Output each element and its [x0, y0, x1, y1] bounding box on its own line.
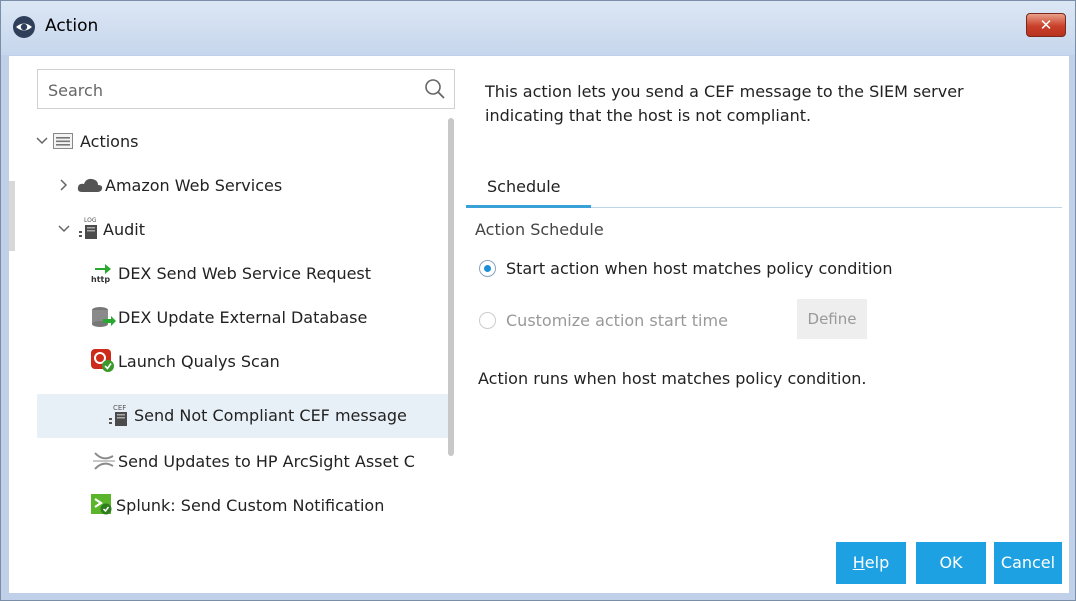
chevron-down-icon[interactable]	[57, 222, 71, 236]
tree-item-send-not-compliant-cef-message[interactable]: CEF Send Not Compliant CEF message	[37, 394, 448, 438]
title-bar: Action ✕	[1, 1, 1075, 55]
eye-icon	[13, 16, 35, 38]
radio-custom-start-time[interactable]	[479, 312, 496, 329]
svg-text:http: http	[91, 275, 110, 284]
tree-label: Launch Qualys Scan	[118, 352, 280, 371]
tree-item-splunk-send-custom-notification[interactable]: Splunk: Send Custom Notification	[89, 484, 445, 528]
tab-active-indicator	[466, 205, 591, 208]
tree-label: Send Updates to HP ArcSight Asset C	[118, 452, 415, 471]
close-button[interactable]: ✕	[1026, 13, 1066, 37]
schedule-note: Action runs when host matches policy con…	[478, 369, 867, 388]
window-title: Action	[45, 16, 99, 36]
close-icon: ✕	[1039, 16, 1053, 34]
tree-scrollbar[interactable]	[448, 118, 454, 456]
tree-label: DEX Update External Database	[118, 308, 368, 327]
tree-label: Actions	[80, 132, 139, 151]
svg-text:CEF: CEF	[113, 404, 126, 412]
tree-label: Splunk: Send Custom Notification	[116, 496, 385, 515]
cancel-button[interactable]: Cancel	[994, 542, 1062, 584]
search-box	[37, 69, 455, 110]
tree-item-send-updates-to-hp-arcsight[interactable]: Send Updates to HP ArcSight Asset C	[89, 440, 445, 484]
cloud-icon	[77, 178, 103, 192]
tree-label: Send Not Compliant CEF message	[134, 406, 407, 425]
action-description: This action lets you send a CEF message …	[485, 82, 964, 125]
tree-item-audit[interactable]: LOG Audit	[55, 208, 445, 252]
tree-item-dex-update-external-database[interactable]: DEX Update External Database	[89, 296, 445, 340]
qualys-icon	[91, 349, 114, 372]
http-icon: http	[91, 264, 111, 284]
splunk-icon	[91, 494, 112, 515]
define-button[interactable]: Define	[797, 299, 867, 339]
log-icon: LOG	[79, 217, 97, 239]
tree-item-amazon-web-services[interactable]: Amazon Web Services	[55, 164, 445, 208]
chevron-down-icon[interactable]	[35, 134, 49, 148]
chevron-right-icon[interactable]	[57, 178, 71, 192]
tree-item-launch-qualys-scan[interactable]: Launch Qualys Scan	[89, 340, 445, 384]
tree-item-dex-send-web-service-request[interactable]: http DEX Send Web Service Request	[89, 252, 445, 296]
side-strip	[9, 181, 15, 251]
search-icon[interactable]	[424, 78, 446, 100]
radio-custom-start-time-label[interactable]: Customize action start time	[506, 311, 728, 330]
tab-schedule[interactable]: Schedule	[487, 177, 561, 196]
help-mnemonic: H	[852, 553, 865, 572]
arcsight-icon	[93, 452, 115, 470]
cef-icon: CEF	[109, 404, 127, 426]
tree-label: DEX Send Web Service Request	[118, 264, 372, 283]
action-dialog: Action ✕ Actions	[0, 0, 1076, 601]
svg-text:LOG: LOG	[84, 217, 97, 224]
help-button[interactable]: Help	[836, 542, 906, 584]
database-icon	[92, 307, 116, 327]
list-icon	[53, 133, 73, 149]
radio-start-on-match[interactable]	[479, 260, 496, 277]
search-input[interactable]	[38, 70, 420, 110]
tree-label: Audit	[103, 220, 145, 239]
radio-start-on-match-label[interactable]: Start action when host matches policy co…	[506, 259, 892, 278]
dialog-body: Actions Amazon Web Services LOG	[9, 56, 1069, 593]
ok-button[interactable]: OK	[916, 542, 986, 584]
tree-label: Amazon Web Services	[105, 176, 283, 195]
help-label: elp	[864, 553, 890, 572]
tree-root-actions[interactable]: Actions	[35, 120, 445, 164]
section-label: Action Schedule	[475, 220, 604, 239]
